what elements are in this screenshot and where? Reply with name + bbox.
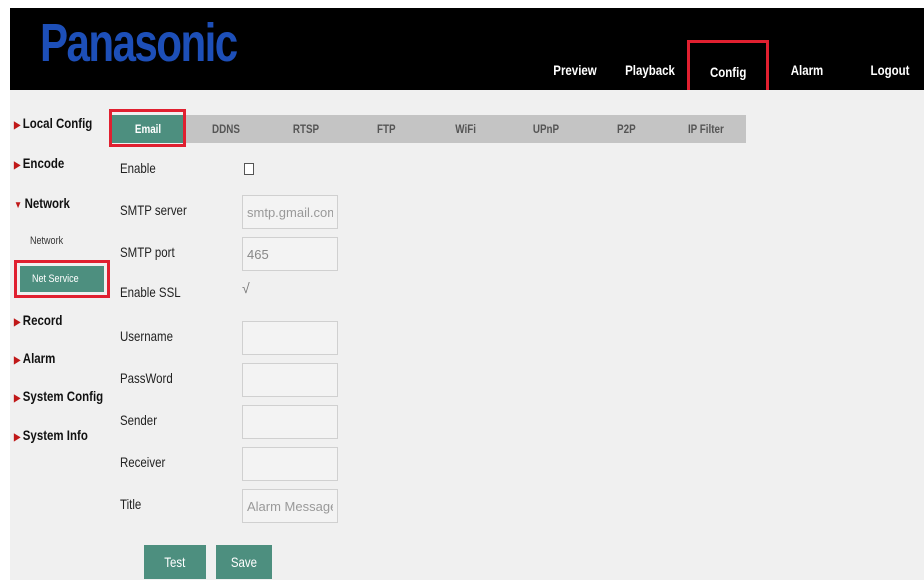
caret-right-icon: ▶ — [14, 317, 21, 328]
config-sidebar: ▶ Local Config ▶ Encode ▼ Network Network N… — [10, 90, 110, 580]
sender-label: Sender — [120, 412, 158, 428]
enable-ssl-label: Enable SSL — [120, 284, 181, 300]
test-button[interactable]: Test — [144, 545, 206, 579]
top-navigation-bar: Panasonic Preview Playback Config Alarm … — [10, 8, 924, 96]
config-content: ▶ Local Config ▶ Encode ▼ Network Network N… — [10, 90, 924, 580]
tab-ip-filter[interactable]: IP Filter — [666, 115, 746, 143]
sidebar-item-local-config[interactable]: ▶ Local Config — [14, 115, 92, 131]
sidebar-item-label: Record — [22, 312, 63, 328]
smtp-port-input[interactable] — [242, 237, 338, 271]
sidebar-item-label: System Config — [22, 388, 104, 404]
caret-right-icon: ▶ — [14, 120, 21, 131]
password-label: PassWord — [120, 370, 173, 386]
save-button-label: Save — [230, 554, 258, 570]
tab-label: Email — [134, 122, 162, 136]
sidebar-subitem-network[interactable]: Network — [30, 235, 63, 247]
sidebar-item-label: Encode — [22, 155, 65, 171]
tab-label: RTSP — [292, 122, 320, 136]
enable-ssl-checkbox[interactable]: √ — [242, 280, 250, 296]
enable-checkbox[interactable] — [244, 163, 254, 175]
nav-alarm[interactable]: Alarm — [787, 55, 828, 85]
smtp-server-label: SMTP server — [120, 202, 187, 218]
tab-ddns[interactable]: DDNS — [186, 115, 266, 143]
sidebar-item-system-info[interactable]: ▶ System Info — [14, 427, 88, 443]
sidebar-item-network[interactable]: ▼ Network — [14, 195, 70, 211]
receiver-input[interactable] — [242, 447, 338, 481]
tab-email[interactable]: Email — [110, 115, 186, 143]
nav-config[interactable]: Config — [687, 40, 769, 96]
nav-logout[interactable]: Logout — [865, 55, 914, 85]
nav-playback[interactable]: Playback — [624, 55, 676, 85]
sidebar-item-system-config[interactable]: ▶ System Config — [14, 388, 103, 404]
panasonic-logo: Panasonic — [40, 13, 238, 73]
caret-right-icon: ▶ — [14, 160, 21, 171]
caret-right-icon: ▶ — [14, 393, 21, 404]
tab-upnp[interactable]: UPnP — [506, 115, 586, 143]
sidebar-subitem-net-service[interactable]: Net Service — [14, 260, 110, 298]
save-button[interactable]: Save — [216, 545, 272, 579]
tab-label: P2P — [616, 122, 636, 136]
password-input[interactable] — [242, 363, 338, 397]
tab-ftp[interactable]: FTP — [346, 115, 426, 143]
tab-wifi[interactable]: WiFi — [426, 115, 506, 143]
sidebar-item-label: Network — [24, 195, 70, 211]
username-label: Username — [120, 328, 173, 344]
smtp-server-input[interactable] — [242, 195, 338, 229]
title-input[interactable] — [242, 489, 338, 523]
sidebar-item-label: System Info — [22, 427, 88, 443]
sidebar-item-label: Local Config — [22, 115, 93, 131]
tab-label: UPnP — [532, 122, 560, 136]
sidebar-item-encode[interactable]: ▶ Encode — [14, 155, 64, 171]
nav-preview[interactable]: Preview — [550, 55, 599, 85]
title-label: Title — [120, 496, 142, 512]
username-input[interactable] — [242, 321, 338, 355]
caret-down-icon: ▼ — [14, 200, 23, 211]
sender-input[interactable] — [242, 405, 338, 439]
receiver-label: Receiver — [120, 454, 166, 470]
sidebar-item-label: Alarm — [22, 350, 56, 366]
tab-label: WiFi — [455, 122, 477, 136]
sidebar-item-alarm[interactable]: ▶ Alarm — [14, 350, 55, 366]
enable-label: Enable — [120, 160, 156, 176]
tab-p2p[interactable]: P2P — [586, 115, 666, 143]
tab-rtsp[interactable]: RTSP — [266, 115, 346, 143]
smtp-port-label: SMTP port — [120, 244, 175, 260]
sidebar-item-label: Net Service — [32, 273, 79, 285]
caret-right-icon: ▶ — [14, 355, 21, 366]
sidebar-item-record[interactable]: ▶ Record — [14, 312, 62, 328]
test-button-label: Test — [164, 554, 186, 570]
tab-label: DDNS — [212, 122, 240, 136]
caret-right-icon: ▶ — [14, 432, 21, 443]
tab-label: IP Filter — [688, 122, 724, 136]
tab-label: FTP — [376, 122, 396, 136]
